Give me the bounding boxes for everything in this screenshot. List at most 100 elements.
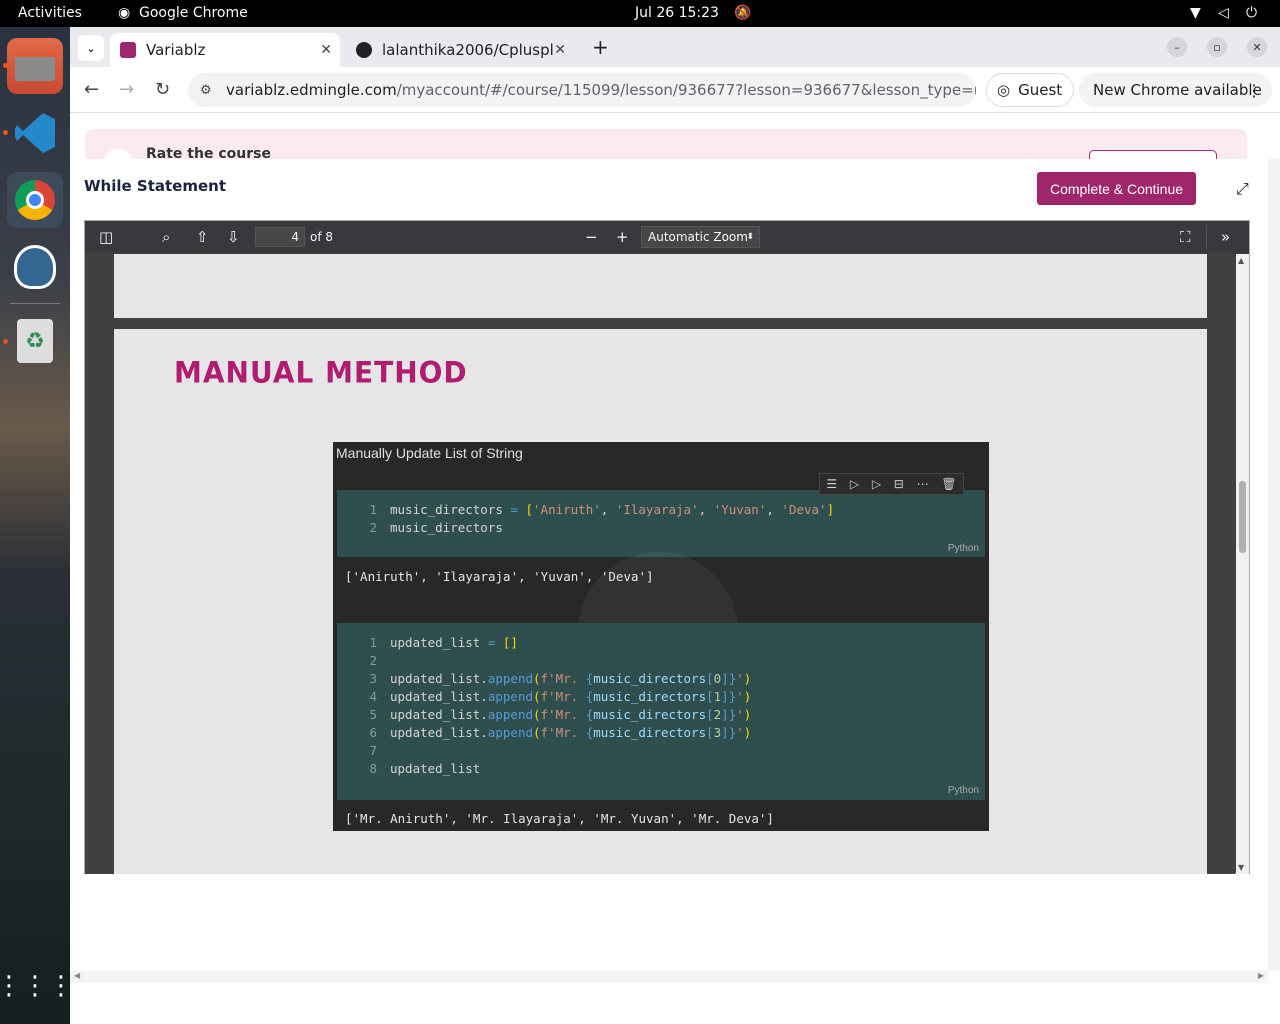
system-top-bar: Activities ◉ Google Chrome Jul 26 15:23 … [0, 0, 1280, 27]
pdf-scroll-thumb[interactable] [1239, 481, 1246, 553]
rate-course-banner: Rate the course [85, 129, 1247, 159]
tab-title: lalanthika2006/Cpluspl [382, 41, 554, 59]
github-favicon-icon [356, 42, 372, 58]
code-line: updated_list [390, 761, 481, 776]
code-cell: 1 2 3 4 5 6 7 8 updated_list = [] update… [337, 623, 985, 800]
cell-toolbar: ☰ ▷ ▷ ⊟ ⋯ 🗑 [819, 473, 964, 495]
complete-continue-button[interactable]: Complete & Continue [1037, 172, 1196, 205]
vscode-icon[interactable] [7, 105, 63, 161]
url-domain: variablz.edmingle.com [226, 81, 397, 99]
notification-off-icon: 🔕 [734, 5, 752, 21]
line-number: 4 [369, 689, 377, 704]
scroll-right-icon[interactable]: ▶ [1258, 971, 1264, 980]
menu-kebab-icon[interactable]: ⋮ [1246, 81, 1262, 100]
profile-label: Guest [1018, 81, 1063, 99]
code-cell: 1 2 music_directors = ['Aniruth', 'Ilaya… [337, 490, 985, 557]
run-above-icon: ☰ [826, 477, 838, 491]
profile-button[interactable]: ◎ Guest [986, 73, 1074, 107]
code-line: updated_list.append(f'Mr. {music_directo… [390, 689, 752, 704]
code-line: updated_list.append(f'Mr. {music_directo… [390, 671, 752, 686]
line-number: 2 [369, 653, 377, 668]
next-page-icon[interactable]: ⇩ [227, 228, 240, 246]
code-line: music_directors = ['Aniruth', 'Ilayaraja… [390, 502, 835, 517]
dock: ♻ ⋮⋮⋮ [0, 27, 74, 1024]
code-line: updated_list.append(f'Mr. {music_directo… [390, 725, 752, 740]
trash-icon[interactable]: ♻ [7, 313, 63, 369]
tab-variablz[interactable]: Variablz ✕ [110, 33, 340, 67]
activities-button[interactable]: Activities [18, 5, 82, 21]
variablz-favicon-icon [120, 42, 136, 58]
tab-title: Variablz [146, 41, 206, 59]
chrome-icon[interactable] [7, 172, 63, 228]
lesson-title: While Statement [84, 177, 226, 195]
browser-window: ⌄ Variablz ✕ lalanthika2006/Cpluspl ✕ + … [70, 27, 1280, 1024]
line-number: 8 [369, 761, 377, 776]
rate-course-label: Rate the course [146, 146, 271, 159]
notebook-screenshot: Manually Update List of String 1 2 music… [333, 442, 989, 831]
forward-arrow-icon[interactable]: → [119, 79, 134, 100]
language-label: Python [947, 543, 979, 554]
volume-icon[interactable]: ◁ [1218, 5, 1229, 21]
zoom-select[interactable]: Automatic Zoom ⬍ [641, 226, 760, 248]
close-tab-icon[interactable]: ✕ [554, 42, 566, 58]
page-scrollbar[interactable] [1268, 159, 1280, 971]
rate-avatar [103, 149, 133, 159]
expand-icon[interactable]: ⤢ [1236, 179, 1249, 199]
reload-icon[interactable]: ↻ [155, 79, 170, 100]
postgresql-icon[interactable] [7, 239, 63, 295]
line-number: 1 [369, 635, 377, 650]
pdf-toolbar: ◫ ⌕ ⇧ ⇩ 4 of 8 − + Automatic Zoom ⬍ ⛶ » [85, 221, 1249, 253]
site-info-icon[interactable]: ⚙ [200, 83, 212, 98]
pdf-pages: MANUAL METHOD Manually Update List of St… [85, 254, 1235, 874]
page-number-input[interactable]: 4 [255, 227, 305, 247]
close-tab-icon[interactable]: ✕ [320, 42, 332, 58]
update-chrome-button[interactable]: New Chrome available ⋮ [1079, 73, 1272, 107]
minimize-button[interactable]: – [1167, 37, 1187, 57]
back-arrow-icon[interactable]: ← [84, 79, 99, 100]
sidebar-toggle-icon[interactable]: ◫ [99, 228, 113, 246]
line-number: 6 [369, 725, 377, 740]
clock[interactable]: Jul 26 15:23 [635, 5, 719, 21]
app-grid-icon[interactable]: ⋮⋮⋮ [0, 958, 74, 1014]
wifi-icon[interactable]: ▼ [1190, 5, 1201, 21]
address-bar[interactable]: ⚙ variablz.edmingle.com/myaccount/#/cour… [188, 73, 976, 107]
chrome-app-icon: ◉ [118, 5, 131, 21]
tab-bar: ⌄ Variablz ✕ lalanthika2006/Cpluspl ✕ + … [70, 27, 1280, 67]
page-count: of 8 [310, 230, 334, 244]
language-label: Python [947, 785, 979, 796]
run-below-icon: ▷ [871, 477, 882, 491]
pdf-scrollbar[interactable]: ▲ ▼ [1236, 254, 1249, 874]
toolbar-divider [1206, 225, 1207, 249]
rate-button[interactable] [1089, 150, 1217, 159]
zoom-in-icon[interactable]: + [616, 228, 629, 246]
files-icon[interactable] [7, 38, 63, 94]
update-label: New Chrome available [1093, 81, 1262, 99]
pdf-page-current: MANUAL METHOD Manually Update List of St… [114, 329, 1207, 874]
line-number: 2 [369, 520, 377, 535]
notebook-title: Manually Update List of String [336, 445, 523, 461]
new-tab-button[interactable]: + [592, 35, 609, 59]
app-name[interactable]: Google Chrome [139, 5, 248, 21]
code-line: updated_list.append(f'Mr. {music_directo… [390, 707, 752, 722]
line-number: 1 [369, 502, 377, 517]
page-horizontal-scrollbar[interactable]: ◀ ▶ [70, 971, 1268, 983]
close-window-button[interactable]: ✕ [1247, 37, 1267, 57]
scroll-down-icon[interactable]: ▼ [1238, 863, 1244, 872]
scroll-up-icon[interactable]: ▲ [1238, 256, 1244, 265]
previous-page-icon[interactable]: ⇧ [196, 228, 209, 246]
tools-icon[interactable]: » [1221, 228, 1230, 246]
scroll-left-icon[interactable]: ◀ [74, 971, 80, 980]
delete-icon: 🗑 [941, 477, 957, 491]
pdf-page-previous [114, 254, 1207, 318]
search-icon[interactable]: ⌕ [162, 228, 170, 246]
profile-icon: ◎ [997, 81, 1011, 99]
slide-heading: MANUAL METHOD [174, 355, 468, 390]
maximize-button[interactable]: ▫ [1207, 37, 1227, 57]
zoom-out-icon[interactable]: − [585, 228, 598, 246]
code-line: music_directors [390, 520, 503, 535]
power-icon[interactable]: ⏻ [1246, 5, 1257, 21]
presentation-mode-icon[interactable]: ⛶ [1180, 228, 1191, 246]
tab-search-icon[interactable]: ⌄ [78, 35, 104, 61]
tab-github[interactable]: lalanthika2006/Cpluspl ✕ [350, 33, 574, 67]
cell-output: ['Mr. Aniruth', 'Mr. Ilayaraja', 'Mr. Yu… [345, 811, 774, 826]
